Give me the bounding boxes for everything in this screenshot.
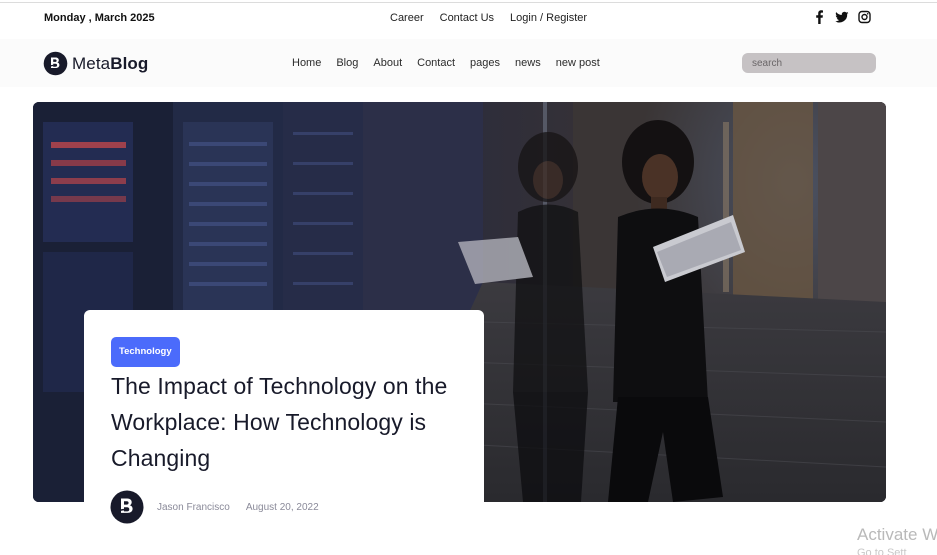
nav-about[interactable]: About xyxy=(373,57,402,69)
author-avatar[interactable] xyxy=(110,490,144,524)
contact-us-link[interactable]: Contact Us xyxy=(440,12,494,24)
nav-contact[interactable]: Contact xyxy=(417,57,455,69)
nav-blog[interactable]: Blog xyxy=(336,57,358,69)
author-meta: Jason Francisco August 20, 2022 xyxy=(110,490,319,524)
main-nav: Home Blog About Contact pages news new p… xyxy=(292,57,615,69)
social-links xyxy=(813,10,871,24)
post-title[interactable]: The Impact of Technology on the Workplac… xyxy=(111,368,461,476)
activation-watermark-sub: Go to Sett xyxy=(857,547,907,555)
post-date: August 20, 2022 xyxy=(245,501,319,513)
login-register-link[interactable]: Login / Register xyxy=(510,12,587,24)
logo-text-bold: Blog xyxy=(110,53,149,73)
instagram-icon[interactable] xyxy=(858,10,871,24)
site-logo[interactable]: MetaBlog xyxy=(43,51,148,76)
logo-mark-icon xyxy=(43,51,68,76)
featured-post-card[interactable]: Technology The Impact of Technology on t… xyxy=(84,310,484,524)
logo-text: MetaBlog xyxy=(72,54,148,74)
category-badge[interactable]: Technology xyxy=(111,337,180,367)
activation-watermark: Activate W xyxy=(857,525,937,544)
nav-home[interactable]: Home xyxy=(292,57,321,69)
career-link[interactable]: Career xyxy=(390,12,424,24)
search-input[interactable] xyxy=(742,53,876,73)
author-name[interactable]: Jason Francisco xyxy=(157,502,230,513)
top-links: Career Contact Us Login / Register xyxy=(390,12,603,24)
facebook-icon[interactable] xyxy=(813,10,826,24)
twitter-icon[interactable] xyxy=(835,10,849,24)
logo-text-light: Meta xyxy=(72,53,111,73)
nav-new-post[interactable]: new post xyxy=(556,57,600,69)
nav-pages[interactable]: pages xyxy=(470,57,500,69)
nav-news[interactable]: news xyxy=(515,57,541,69)
current-date: Monday , March 2025 xyxy=(44,12,155,24)
